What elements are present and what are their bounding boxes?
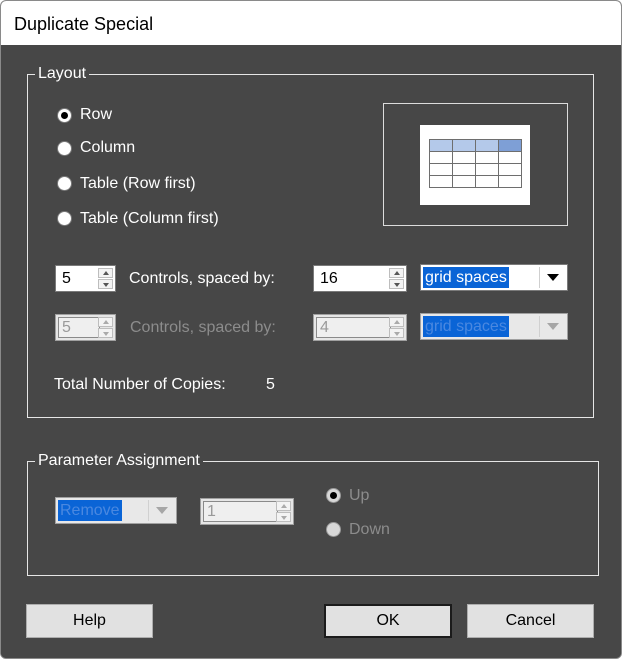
parameter-step-spinner: 1: [200, 498, 294, 525]
spin-down-icon[interactable]: [389, 279, 404, 289]
table-column-first-radio[interactable]: [57, 211, 72, 226]
spin-down-icon: [389, 328, 404, 338]
table-column-first-radio-label[interactable]: Table (Column first): [80, 210, 219, 228]
cancel-button[interactable]: Cancel: [467, 604, 594, 638]
down-radio: [326, 522, 341, 537]
up-radio: [326, 488, 341, 503]
total-copies-label: Total Number of Copies:: [54, 376, 226, 393]
ok-button[interactable]: OK: [324, 604, 452, 638]
layout-group-legend: Layout: [38, 65, 87, 82]
table-row-first-radio[interactable]: [57, 176, 72, 191]
parameter-assignment-legend: Parameter Assignment: [38, 452, 200, 469]
spin-down-icon: [276, 512, 291, 522]
parameter-mode-dropdown: Remove: [55, 497, 177, 524]
window-title: Duplicate Special: [14, 14, 154, 34]
controls-count-value: 5: [62, 270, 71, 287]
table-preview-icon: [420, 125, 530, 205]
duplicate-special-dialog: Duplicate Special Layout Row Column Tabl…: [0, 0, 622, 659]
parameter-step-value: 1: [207, 503, 216, 520]
secondary-spacing-value: 4: [320, 319, 329, 336]
spin-down-icon: [98, 328, 113, 338]
secondary-spacing-unit-dropdown: grid spaces: [420, 313, 568, 340]
spacing-value: 16: [320, 270, 338, 287]
table-row-first-radio-label[interactable]: Table (Row first): [80, 175, 196, 193]
secondary-spaced-by-label: Controls, spaced by:: [130, 319, 276, 336]
row-radio-label[interactable]: Row: [80, 106, 112, 124]
spin-up-icon[interactable]: [98, 268, 113, 278]
up-radio-label: Up: [349, 487, 370, 504]
row-radio[interactable]: [57, 108, 72, 123]
down-radio-label: Down: [349, 521, 390, 538]
controls-spaced-by-label: Controls, spaced by:: [129, 270, 275, 287]
parameter-mode-value: Remove: [58, 500, 122, 521]
help-button[interactable]: Help: [26, 604, 153, 638]
spacing-unit-value: grid spaces: [423, 267, 509, 288]
title-bar[interactable]: Duplicate Special: [1, 1, 621, 45]
spacing-unit-dropdown[interactable]: grid spaces: [420, 264, 568, 291]
chevron-down-icon[interactable]: [539, 267, 565, 288]
spin-up-icon: [98, 317, 113, 327]
dialog-client-area: Layout Row Column Table (Row first) Tabl…: [1, 45, 621, 658]
total-copies-value: 5: [266, 376, 275, 393]
secondary-spacing-spinner: 4: [313, 314, 407, 341]
secondary-count-spinner: 5: [55, 314, 116, 341]
controls-count-spinner[interactable]: 5: [55, 265, 116, 292]
spin-down-icon[interactable]: [98, 279, 113, 289]
spin-up-icon: [276, 501, 291, 511]
column-radio[interactable]: [57, 141, 72, 156]
layout-preview-box: [383, 103, 568, 226]
chevron-down-icon: [539, 316, 565, 337]
column-radio-label[interactable]: Column: [80, 139, 135, 157]
secondary-spacing-unit-value: grid spaces: [423, 316, 509, 337]
chevron-down-icon: [148, 500, 174, 521]
spin-up-icon[interactable]: [389, 268, 404, 278]
secondary-count-value: 5: [62, 319, 71, 336]
spacing-spinner[interactable]: 16: [313, 265, 407, 292]
spin-up-icon: [389, 317, 404, 327]
